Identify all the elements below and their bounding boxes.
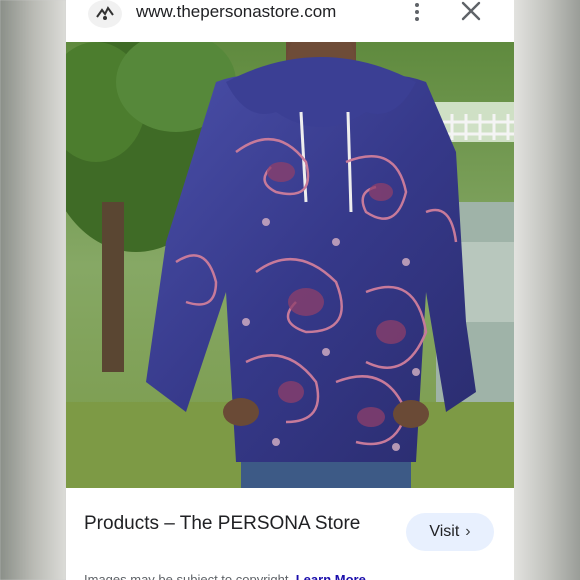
copyright-text: Images may be subject to copyright. (84, 572, 293, 580)
image-preview-card: www.thepersonastore.com Products – The P… (66, 0, 514, 580)
blurred-right-backdrop (514, 0, 580, 580)
result-title[interactable]: Products – The PERSONA Store (84, 510, 364, 538)
preview-top-bar: www.thepersonastore.com (66, 0, 514, 42)
visit-label: Visit (429, 523, 460, 540)
source-url[interactable]: www.thepersonastore.com (136, 2, 336, 22)
visit-button[interactable]: Visit › (406, 513, 494, 551)
blurred-left-backdrop (0, 0, 66, 580)
chevron-right-icon: › (465, 523, 471, 540)
learn-more-link[interactable]: Learn More (296, 572, 366, 580)
close-icon[interactable] (458, 0, 484, 24)
product-photo[interactable] (66, 42, 514, 488)
persona-logo-icon[interactable] (88, 0, 122, 28)
result-info: Products – The PERSONA Store Visit › Ima… (66, 488, 514, 580)
copyright-notice: Images may be subject to copyright. Lear… (84, 572, 366, 580)
more-vertical-icon[interactable] (410, 0, 424, 24)
